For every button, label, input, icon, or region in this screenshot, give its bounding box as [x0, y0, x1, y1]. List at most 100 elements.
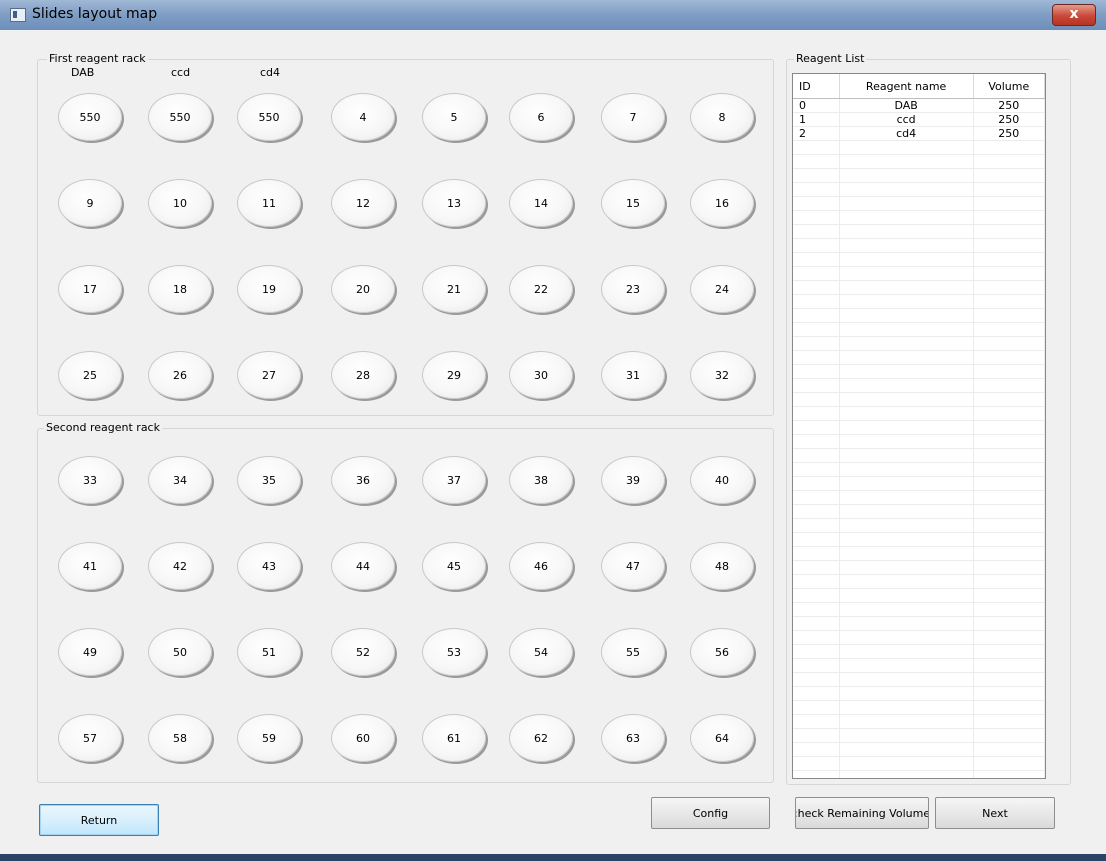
table-row[interactable]: [793, 701, 1045, 715]
table-row[interactable]: [793, 435, 1045, 449]
reagent-slot[interactable]: 55: [601, 628, 665, 676]
reagent-slot[interactable]: 63: [601, 714, 665, 762]
reagent-slot[interactable]: 5: [422, 93, 486, 141]
reagent-slot[interactable]: 44: [331, 542, 395, 590]
reagent-slot[interactable]: 34: [148, 456, 212, 504]
table-row[interactable]: [793, 393, 1045, 407]
reagent-table[interactable]: ID Reagent name Volume 0 DAB 250 1 ccd 250 2 cd…: [792, 73, 1046, 779]
table-row[interactable]: [793, 519, 1045, 533]
reagent-slot[interactable]: 64: [690, 714, 754, 762]
table-row[interactable]: [793, 337, 1045, 351]
table-row[interactable]: [793, 407, 1045, 421]
reagent-slot[interactable]: 37: [422, 456, 486, 504]
reagent-slot[interactable]: 51: [237, 628, 301, 676]
reagent-slot[interactable]: 6: [509, 93, 573, 141]
reagent-slot[interactable]: 35: [237, 456, 301, 504]
reagent-slot[interactable]: 41: [58, 542, 122, 590]
table-row[interactable]: [793, 575, 1045, 589]
table-row[interactable]: [793, 141, 1045, 155]
table-row[interactable]: [793, 491, 1045, 505]
reagent-slot[interactable]: 48: [690, 542, 754, 590]
table-row[interactable]: [793, 771, 1045, 778]
table-row[interactable]: [793, 617, 1045, 631]
table-row[interactable]: [793, 659, 1045, 673]
reagent-slot[interactable]: 58: [148, 714, 212, 762]
reagent-slot[interactable]: 550: [237, 93, 301, 141]
table-row[interactable]: [793, 729, 1045, 743]
table-row[interactable]: [793, 295, 1045, 309]
reagent-slot[interactable]: 14: [509, 179, 573, 227]
reagent-slot[interactable]: 550: [58, 93, 122, 141]
table-row[interactable]: [793, 421, 1045, 435]
table-row[interactable]: [793, 323, 1045, 337]
check-remaining-volume-button[interactable]: :heck Remaining Volume: [795, 797, 929, 829]
reagent-slot[interactable]: 38: [509, 456, 573, 504]
close-button[interactable]: x: [1052, 4, 1096, 26]
reagent-slot[interactable]: 61: [422, 714, 486, 762]
table-row[interactable]: [793, 533, 1045, 547]
reagent-slot[interactable]: 59: [237, 714, 301, 762]
reagent-slot[interactable]: 47: [601, 542, 665, 590]
reagent-slot[interactable]: 11: [237, 179, 301, 227]
table-row[interactable]: [793, 183, 1045, 197]
reagent-slot[interactable]: 16: [690, 179, 754, 227]
table-row[interactable]: [793, 267, 1045, 281]
reagent-slot[interactable]: 42: [148, 542, 212, 590]
reagent-slot[interactable]: 23: [601, 265, 665, 313]
reagent-slot[interactable]: 29: [422, 351, 486, 399]
reagent-slot[interactable]: 54: [509, 628, 573, 676]
table-row[interactable]: [793, 687, 1045, 701]
table-row[interactable]: 1 ccd 250: [793, 113, 1045, 127]
reagent-slot[interactable]: 36: [331, 456, 395, 504]
config-button[interactable]: Config: [651, 797, 770, 829]
reagent-slot[interactable]: 12: [331, 179, 395, 227]
reagent-slot[interactable]: 7: [601, 93, 665, 141]
return-button[interactable]: Return: [39, 804, 159, 836]
table-row[interactable]: 2 cd4 250: [793, 127, 1045, 141]
reagent-slot[interactable]: 21: [422, 265, 486, 313]
reagent-slot[interactable]: 49: [58, 628, 122, 676]
table-row[interactable]: [793, 715, 1045, 729]
table-row[interactable]: [793, 379, 1045, 393]
table-row[interactable]: [793, 449, 1045, 463]
reagent-slot[interactable]: 15: [601, 179, 665, 227]
table-row[interactable]: [793, 603, 1045, 617]
reagent-slot[interactable]: 53: [422, 628, 486, 676]
table-row[interactable]: [793, 589, 1045, 603]
reagent-slot[interactable]: 9: [58, 179, 122, 227]
table-row[interactable]: [793, 547, 1045, 561]
reagent-slot[interactable]: 17: [58, 265, 122, 313]
column-header-reagent-name[interactable]: Reagent name: [840, 74, 974, 98]
reagent-slot[interactable]: 28: [331, 351, 395, 399]
reagent-slot[interactable]: 45: [422, 542, 486, 590]
table-row[interactable]: [793, 281, 1045, 295]
table-row[interactable]: [793, 253, 1045, 267]
reagent-slot[interactable]: 62: [509, 714, 573, 762]
reagent-slot[interactable]: 20: [331, 265, 395, 313]
table-row[interactable]: [793, 169, 1045, 183]
reagent-slot[interactable]: 32: [690, 351, 754, 399]
column-header-id[interactable]: ID: [793, 74, 840, 98]
reagent-slot[interactable]: 10: [148, 179, 212, 227]
reagent-slot[interactable]: 19: [237, 265, 301, 313]
column-header-volume[interactable]: Volume: [974, 74, 1045, 98]
reagent-slot[interactable]: 4: [331, 93, 395, 141]
reagent-slot[interactable]: 550: [148, 93, 212, 141]
table-row[interactable]: [793, 463, 1045, 477]
table-row[interactable]: [793, 239, 1045, 253]
reagent-slot[interactable]: 8: [690, 93, 754, 141]
reagent-slot[interactable]: 46: [509, 542, 573, 590]
reagent-slot[interactable]: 52: [331, 628, 395, 676]
reagent-slot[interactable]: 39: [601, 456, 665, 504]
table-row[interactable]: [793, 673, 1045, 687]
reagent-slot[interactable]: 33: [58, 456, 122, 504]
reagent-slot[interactable]: 25: [58, 351, 122, 399]
reagent-slot[interactable]: 60: [331, 714, 395, 762]
reagent-slot[interactable]: 43: [237, 542, 301, 590]
table-row[interactable]: [793, 561, 1045, 575]
reagent-slot[interactable]: 24: [690, 265, 754, 313]
reagent-slot[interactable]: 13: [422, 179, 486, 227]
table-row[interactable]: [793, 225, 1045, 239]
table-row[interactable]: [793, 743, 1045, 757]
reagent-slot[interactable]: 57: [58, 714, 122, 762]
